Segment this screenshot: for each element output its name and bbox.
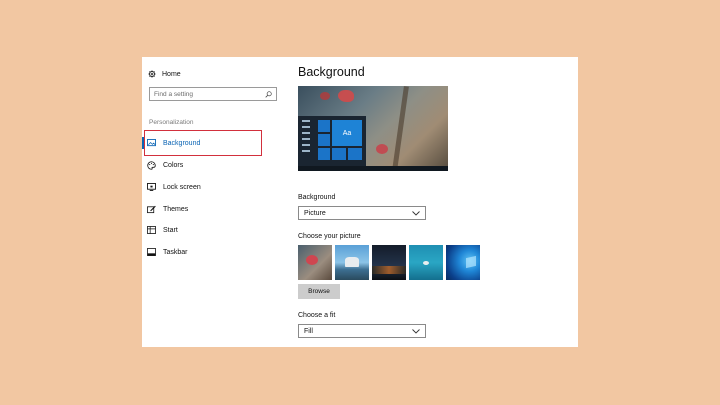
sidebar-item-label: Taskbar [163, 248, 188, 256]
picture-thumbnail[interactable] [335, 245, 369, 280]
sidebar: Home Find a setting Personalization Back… [142, 57, 290, 347]
sidebar-item-background[interactable]: Background [142, 136, 263, 150]
fit-dropdown[interactable]: Fill [298, 324, 426, 338]
fit-value: Fill [304, 327, 313, 335]
sidebar-item-lock-screen[interactable]: Lock screen [147, 180, 263, 194]
picture-thumbnail[interactable] [409, 245, 443, 280]
picture-thumbnail[interactable] [298, 245, 332, 280]
sidebar-item-label: Colors [163, 161, 184, 169]
sidebar-item-label: Themes [163, 205, 189, 213]
chevron-down-icon [412, 210, 420, 216]
background-type-value: Picture [304, 209, 326, 217]
settings-window: Home Find a setting Personalization Back… [142, 57, 578, 347]
preview-menu-list [302, 120, 312, 156]
preview-branch [392, 86, 409, 171]
page-title: Background [298, 65, 365, 79]
preview-leaf [338, 90, 354, 102]
palette-icon [147, 160, 156, 170]
chevron-down-icon [412, 328, 420, 334]
active-indicator [142, 137, 144, 149]
picture-thumbnail[interactable] [446, 245, 480, 280]
picture-icon [147, 139, 156, 147]
section-label-personalization: Personalization [149, 119, 194, 126]
sidebar-item-label: Background [163, 139, 201, 147]
search-input[interactable]: Find a setting [149, 87, 277, 101]
background-type-dropdown[interactable]: Picture [298, 206, 426, 220]
gear-icon [148, 70, 156, 78]
main-content: Background Aa Background Picture Choose … [298, 57, 578, 347]
taskbar-icon [147, 248, 156, 256]
home-label: Home [162, 70, 181, 78]
desktop-preview: Aa [298, 86, 448, 171]
preview-leaf [320, 92, 330, 100]
sidebar-item-label: Lock screen [163, 183, 201, 191]
preview-tile-aa: Aa [332, 120, 362, 146]
picture-thumbnails [298, 245, 480, 280]
start-grid-icon [147, 226, 156, 234]
browse-button[interactable]: Browse [298, 284, 340, 299]
picture-thumbnail[interactable] [372, 245, 406, 280]
search-placeholder: Find a setting [154, 90, 194, 98]
sidebar-item-label: Start [163, 226, 178, 234]
sidebar-item-start[interactable]: Start [147, 223, 263, 237]
themes-brush-icon [147, 205, 156, 213]
home-link[interactable]: Home [148, 67, 181, 81]
preview-taskbar [298, 166, 448, 171]
sidebar-item-taskbar[interactable]: Taskbar [147, 245, 263, 259]
preview-tiles: Aa [318, 120, 362, 164]
choose-fit-label: Choose a fit [298, 312, 336, 319]
preview-leaf [376, 144, 388, 154]
search-icon [265, 90, 272, 98]
background-label: Background [298, 194, 336, 201]
sidebar-item-colors[interactable]: Colors [147, 158, 263, 172]
sidebar-item-themes[interactable]: Themes [147, 202, 263, 216]
lock-screen-icon [147, 183, 156, 191]
choose-picture-label: Choose your picture [298, 233, 361, 240]
